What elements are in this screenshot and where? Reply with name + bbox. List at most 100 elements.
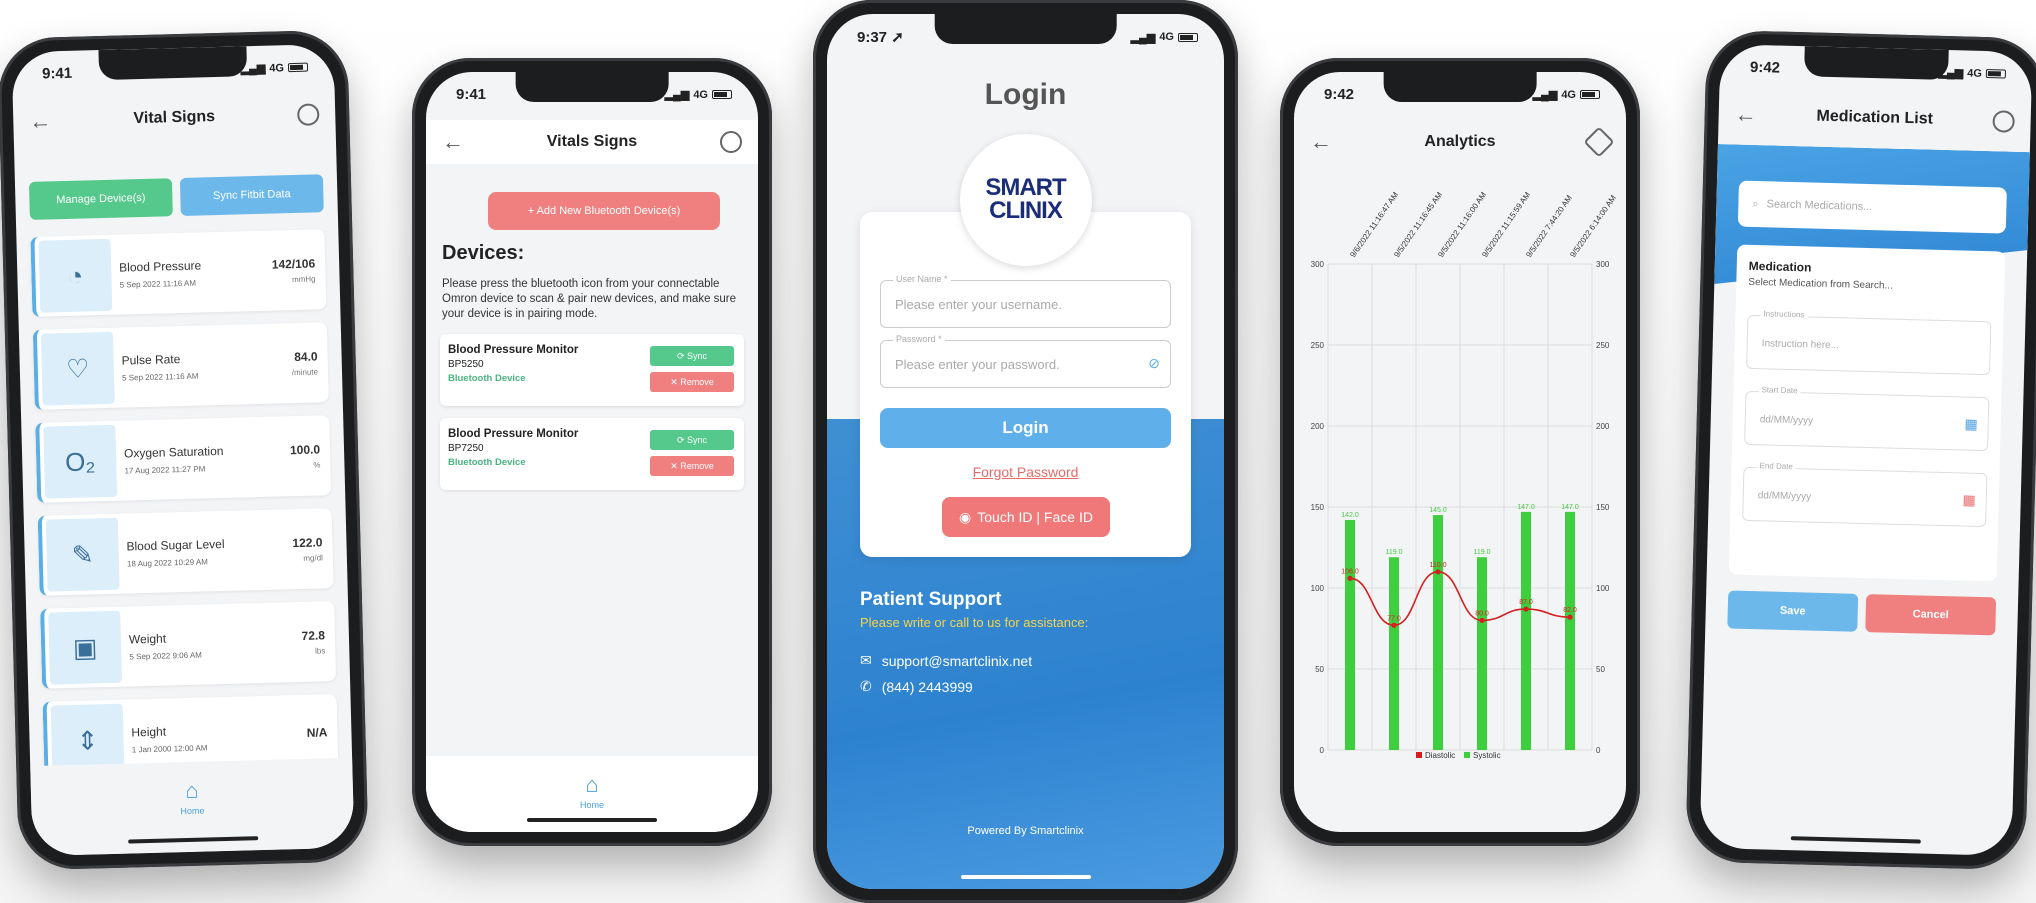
network-label: 4G	[693, 88, 708, 101]
sync-fitbit-button[interactable]: Sync Fitbit Data	[179, 174, 324, 216]
instructions-field[interactable]: Instructions Instruction here...	[1746, 309, 1992, 376]
sync-button[interactable]: ⟳ Sync	[650, 346, 734, 366]
calendar-icon[interactable]: ▦	[1964, 416, 1978, 433]
vital-value: N/A	[306, 725, 328, 740]
x-tick-label: 9/5/2022 7:44:20 AM	[1524, 193, 1574, 259]
bar-value-label: 147.0	[1517, 504, 1535, 511]
point-value-label: 110.0	[1430, 562, 1447, 569]
y-tick-label-right: 300	[1596, 260, 1610, 269]
sync-button[interactable]: ⟳ Sync	[650, 430, 734, 450]
username-field[interactable]: User Name * Please enter your username.	[880, 274, 1171, 328]
globe-icon[interactable]	[296, 103, 320, 126]
status-signal: ▂▄▆ 4G	[1533, 86, 1600, 103]
battery-icon	[1580, 90, 1600, 99]
username-placeholder: Please enter your username.	[895, 297, 1062, 312]
point-diastolic	[1479, 617, 1485, 623]
point-diastolic	[1567, 614, 1573, 620]
phone-devices: 9:41 ▂▄▆ 4G ← Vitals Signs + Add New Blu…	[412, 58, 772, 846]
y-tick-label-left: 200	[1311, 422, 1325, 431]
search-input[interactable]: ⌕ Search Medications...	[1737, 180, 2007, 234]
status-time: 9:41	[41, 64, 73, 83]
mockup-stage: 9:41 ▂▄▆ 4G ← Vital Signs Manage Device(…	[0, 0, 2036, 903]
calendar-icon[interactable]: ▦	[1962, 492, 1976, 509]
phone-medication: 9:42 ▂▄▆ 4G ← Medication List ⌕ Search Me…	[1685, 29, 2036, 871]
rotate-icon[interactable]	[1583, 126, 1615, 158]
status-signal: ▂▄▆ 4G	[1938, 64, 2007, 83]
vital-card-oxygen[interactable]: O₂ Oxygen Saturation 17 Aug 2022 11:27 PM…	[35, 415, 332, 503]
phone-contact[interactable]: ✆ (844) 2443999	[860, 678, 973, 695]
point-value-label: 80.0	[1475, 610, 1489, 617]
screen: 9:37 ➚ ▂▄▆ 4G Login User Name * Please e…	[827, 14, 1224, 889]
status-signal: ▂▄▆ 4G	[1131, 28, 1198, 46]
action-buttons: Save Cancel	[1727, 590, 1997, 636]
legend-label-systolic: Systolic	[1473, 751, 1501, 760]
sync-label: Sync	[687, 435, 708, 445]
page-title: Analytics	[1424, 133, 1496, 150]
password-field[interactable]: Password * Please enter your password. ⊘	[880, 334, 1171, 388]
vital-card-weight[interactable]: ▣ Weight 5 Sep 2022 9:06 AM 72.8 lbs	[40, 601, 337, 689]
vital-card-blood-sugar[interactable]: ✎ Blood Sugar Level 18 Aug 2022 10:29 AM …	[37, 508, 334, 596]
device-card: Blood Pressure Monitor BP7250 Bluetooth …	[440, 418, 744, 490]
start-date-field[interactable]: Start Date dd/MM/yyyy ▦	[1744, 385, 1990, 452]
notch	[515, 72, 669, 102]
header: ← Analytics	[1294, 120, 1626, 164]
start-date-placeholder: dd/MM/yyyy	[1759, 414, 1814, 427]
cancel-button[interactable]: Cancel	[1865, 594, 1997, 636]
back-arrow-icon[interactable]: ←	[1310, 129, 1332, 155]
forgot-password-link[interactable]: Forgot Password	[860, 464, 1191, 480]
vitals-list: ◔ Blood Pressure 5 Sep 2022 11:16 AM 142/…	[30, 229, 339, 795]
end-date-field[interactable]: End Date dd/MM/yyyy ▦	[1742, 461, 1988, 528]
battery-icon	[712, 90, 732, 99]
add-bluetooth-device-button[interactable]: + Add New Bluetooth Device(s)	[488, 192, 720, 230]
remove-button[interactable]: ✕ Remove	[650, 456, 734, 476]
touch-id-button[interactable]: ◉ Touch ID | Face ID	[942, 497, 1110, 537]
remove-button[interactable]: ✕ Remove	[650, 372, 734, 392]
vital-date: 18 Aug 2022 10:29 AM	[126, 556, 209, 569]
screen: 9:42 ▂▄▆ 4G ← Medication List ⌕ Search Me…	[1699, 44, 2033, 856]
bar-systolic	[1389, 557, 1399, 750]
globe-icon[interactable]	[1992, 110, 2015, 133]
home-icon[interactable]: ⌂	[585, 772, 598, 798]
analytics-chart: 0 0 50 50 100 100 150 150 200 200 250 250 300 300 9/6/…	[1311, 190, 1619, 760]
home-indicator	[527, 818, 657, 822]
page-title: Medication List	[1816, 107, 1934, 128]
vital-name: Weight	[128, 631, 167, 646]
vital-value: 100.0	[289, 441, 321, 457]
header: ← Vital Signs	[13, 92, 336, 144]
battery-icon	[1985, 69, 2007, 79]
email-contact[interactable]: ✉ support@smartclinix.net	[860, 652, 1032, 669]
vital-name: Oxygen Saturation	[123, 443, 224, 461]
back-arrow-icon[interactable]: ←	[442, 129, 464, 155]
patient-support: Patient Support Please write or call to …	[860, 589, 1088, 630]
vital-value: 142/106	[271, 255, 316, 272]
save-button[interactable]: Save	[1727, 590, 1859, 632]
y-tick-label-left: 100	[1311, 584, 1325, 593]
back-arrow-icon[interactable]: ←	[1734, 101, 1757, 128]
bar-systolic	[1477, 557, 1487, 750]
vital-card-pulse-rate[interactable]: ♡ Pulse Rate 5 Sep 2022 11:16 AM 84.0/min…	[32, 322, 329, 410]
vital-card-blood-pressure[interactable]: ◔ Blood Pressure 5 Sep 2022 11:16 AM 142/…	[30, 229, 327, 317]
vital-unit: mmHg	[291, 273, 316, 284]
home-icon[interactable]: ⌂	[185, 778, 199, 804]
tab-home-label[interactable]: Home	[180, 806, 204, 817]
back-arrow-icon[interactable]: ←	[29, 108, 52, 135]
manage-devices-button[interactable]: Manage Device(s)	[28, 178, 173, 220]
support-title: Patient Support	[860, 589, 1002, 610]
vital-name: Blood Sugar Level	[126, 536, 225, 554]
network-label: 4G	[1159, 31, 1174, 43]
legend-label-diastolic: Diastolic	[1425, 751, 1455, 760]
logo-text-2: CLINIX	[989, 197, 1063, 224]
bar-value-label: 119.0	[1474, 549, 1491, 556]
instructions-placeholder: Instruction here...	[1761, 338, 1840, 352]
globe-icon[interactable]	[720, 131, 742, 153]
device-card: Blood Pressure Monitor BP5250 Bluetooth …	[440, 334, 744, 406]
screen: 9:41 ▂▄▆ 4G ← Vitals Signs + Add New Blu…	[426, 72, 758, 832]
y-tick-label-left: 250	[1311, 341, 1325, 350]
screen: 9:42 ▂▄▆ 4G ← Analytics 0 0 50 50 100 100 150 1…	[1294, 72, 1626, 832]
phone-text: (844) 2443999	[881, 678, 973, 695]
network-label: 4G	[269, 61, 285, 75]
login-button[interactable]: Login	[880, 408, 1171, 448]
tab-home-label[interactable]: Home	[580, 800, 604, 810]
notch	[98, 46, 248, 81]
eye-off-icon[interactable]: ⊘	[1148, 355, 1160, 372]
